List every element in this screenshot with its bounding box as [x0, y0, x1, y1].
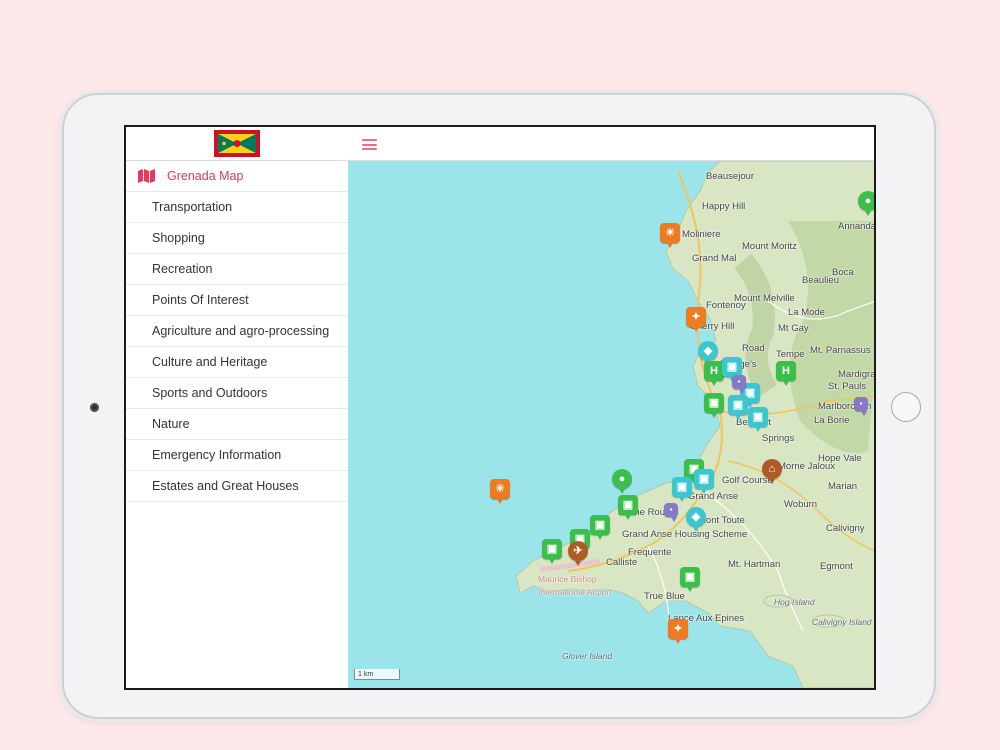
place-label: Woburn	[784, 499, 818, 510]
sidebar-item-transportation[interactable]: Transportation	[126, 192, 348, 223]
place-label: Calliste	[606, 557, 638, 568]
sidebar-item-agriculture[interactable]: Agriculture and agro-processing	[126, 316, 348, 347]
sidebar-item-estates-great-houses[interactable]: Estates and Great Houses	[126, 471, 348, 502]
agriculture-pin-icon[interactable]: ▣	[618, 495, 638, 520]
sidebar-header	[126, 127, 348, 161]
agriculture-pin-icon[interactable]: ▣	[590, 515, 610, 540]
place-label: Calivigny	[826, 523, 865, 534]
place-label: Mount Moritz	[742, 241, 797, 252]
agriculture-pin-icon[interactable]: ▣	[680, 567, 700, 592]
app-screen: Grenada Map Transportation Shopping Recr…	[124, 125, 876, 690]
place-label: Annandale	[838, 221, 874, 232]
place-label: Beausejour	[706, 171, 755, 182]
shopping-pin-icon[interactable]: ▣	[728, 395, 748, 420]
agriculture-pin-icon[interactable]: H	[704, 361, 724, 386]
sidebar-item-grenada-map[interactable]: Grenada Map	[126, 161, 348, 192]
grenada-flag-icon	[214, 130, 260, 157]
place-label: La Borie	[814, 415, 850, 426]
place-label: Grand Mal	[692, 253, 737, 264]
sidebar-item-sports-outdoors[interactable]: Sports and Outdoors	[126, 378, 348, 409]
sidebar-item-points-of-interest[interactable]: Points Of Interest	[126, 285, 348, 316]
shopping-pin-icon[interactable]: ◆	[698, 341, 718, 366]
home-button[interactable]	[891, 392, 921, 422]
airport-label: Maurice Bishop International Airport	[538, 574, 612, 597]
place-label: Mt. Parnassus	[810, 345, 871, 356]
map-scale: 1 km	[354, 669, 400, 680]
sidebar-item-label: Shopping	[152, 231, 205, 245]
place-label: Glover Island	[562, 651, 613, 661]
sports-pin-icon[interactable]: ✦	[668, 619, 688, 644]
recreation-pin-icon[interactable]: ☀	[660, 223, 680, 248]
sidebar-item-shopping[interactable]: Shopping	[126, 223, 348, 254]
sidebar-item-nature[interactable]: Nature	[126, 409, 348, 440]
place-label: True Blue	[644, 591, 685, 602]
airport-pin-icon[interactable]: ✈	[568, 541, 588, 566]
place-label: Marian	[828, 481, 858, 492]
shopping-pin-icon[interactable]: ▣	[748, 407, 768, 432]
sidebar-item-emergency-information[interactable]: Emergency Information	[126, 440, 348, 471]
place-label: Beaulieu	[802, 275, 839, 286]
sidebar-item-label: Estates and Great Houses	[152, 479, 299, 493]
place-label: Morne Jaloux	[778, 461, 836, 472]
sidebar-item-culture-heritage[interactable]: Culture and Heritage	[126, 347, 348, 378]
nature-pin-icon[interactable]: ●	[858, 191, 874, 216]
agriculture-pin-icon[interactable]: ▣	[704, 393, 724, 418]
place-label: Road	[742, 343, 765, 354]
place-label: Happy Hill	[702, 201, 746, 212]
place-label: Mardigras	[838, 369, 874, 380]
sidebar-title: Grenada Map	[167, 169, 244, 183]
place-label: Fontenoy	[706, 300, 746, 311]
poi-pin-icon[interactable]: ▪	[854, 397, 868, 416]
poi-pin-icon[interactable]: ▪	[664, 503, 678, 522]
poi-pin-icon[interactable]: ▪	[732, 375, 746, 394]
sidebar-item-label: Recreation	[152, 262, 213, 276]
agriculture-pin-icon[interactable]: ▣	[542, 539, 562, 564]
place-label: Calivigny Island	[812, 617, 872, 627]
heritage-pin-icon[interactable]: ⌂	[762, 459, 782, 484]
shopping-pin-icon[interactable]: ◆	[686, 507, 706, 532]
hamburger-menu-icon[interactable]	[362, 139, 377, 150]
sidebar-item-label: Emergency Information	[152, 448, 282, 462]
place-label: Springs	[762, 433, 795, 444]
map-view[interactable]: Beausejour Happy Hill Moliniere Mount Mo…	[348, 161, 874, 688]
place-label: Moliniere	[682, 229, 721, 240]
place-label: Mt. Hartman	[728, 559, 781, 570]
place-label: Grand Anse	[688, 491, 739, 502]
nature-pin-icon[interactable]: ●	[612, 469, 632, 494]
sidebar: Grenada Map Transportation Shopping Recr…	[126, 127, 349, 688]
sidebar-item-label: Points Of Interest	[152, 293, 249, 307]
place-label: La Mode	[788, 307, 825, 318]
map-icon	[138, 169, 155, 183]
place-label: St. Pauls	[828, 381, 867, 392]
sidebar-menu: Grenada Map Transportation Shopping Recr…	[126, 161, 348, 502]
place-label: Egmont	[820, 561, 853, 572]
sidebar-item-label: Culture and Heritage	[152, 355, 268, 369]
place-label: Tempe	[776, 349, 805, 360]
recreation-pin-icon[interactable]: ☀	[490, 479, 510, 504]
sidebar-item-label: Transportation	[152, 200, 233, 214]
shopping-pin-icon[interactable]: ▣	[722, 357, 742, 382]
place-label: Grand Anse Housing Scheme	[622, 529, 748, 540]
place-label: Mt Gay	[778, 323, 809, 334]
place-label: Hog Island	[774, 597, 815, 607]
sports-pin-icon[interactable]: ✦	[686, 307, 706, 332]
agriculture-pin-icon[interactable]: H	[776, 361, 796, 386]
top-bar	[348, 127, 874, 161]
sidebar-item-recreation[interactable]: Recreation	[126, 254, 348, 285]
camera-icon	[90, 403, 99, 412]
sidebar-item-label: Nature	[152, 417, 190, 431]
sidebar-item-label: Agriculture and agro-processing	[152, 324, 330, 338]
shopping-pin-icon[interactable]: ▣	[694, 469, 714, 494]
sidebar-item-label: Sports and Outdoors	[152, 386, 268, 400]
shopping-pin-icon[interactable]: ▣	[672, 477, 692, 502]
